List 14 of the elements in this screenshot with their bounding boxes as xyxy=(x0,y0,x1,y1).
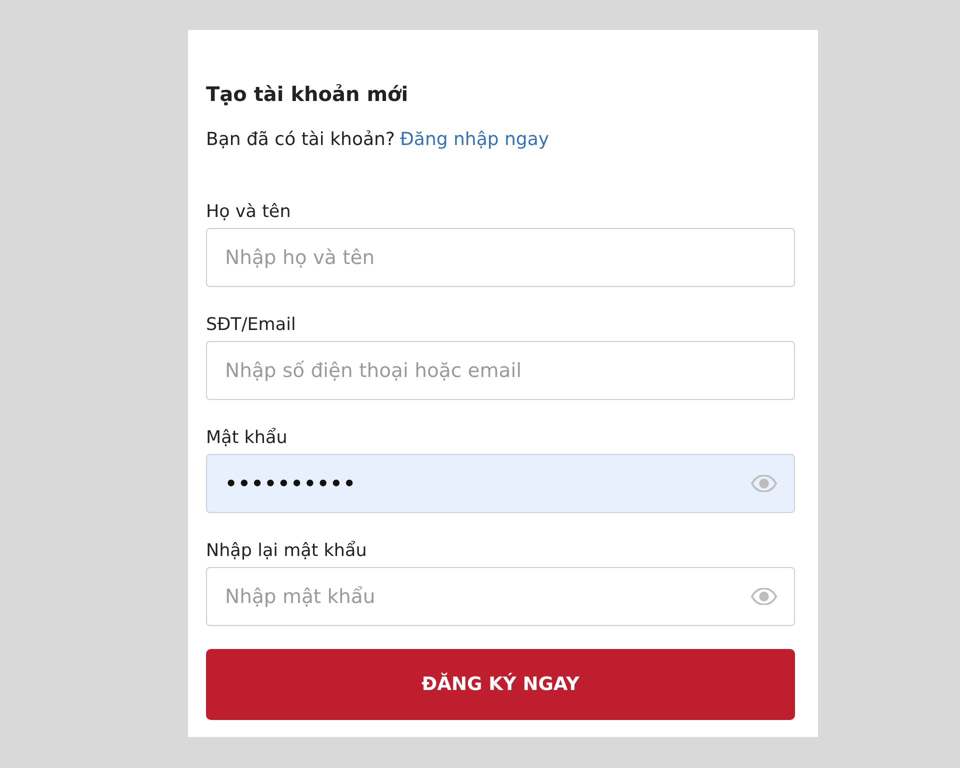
login-link[interactable]: Đăng nhập ngay xyxy=(400,128,550,152)
login-prompt: Bạn đã có tài khoản? xyxy=(206,128,395,152)
field-label: Mật khẩu xyxy=(206,427,288,449)
input-field[interactable]: •••••••••• xyxy=(206,454,795,513)
register-button[interactable]: ĐĂNG KÝ NGAY xyxy=(206,649,795,720)
input-field[interactable]: Nhập số điện thoại hoặc email xyxy=(206,341,795,400)
input-field[interactable]: Nhập họ và tên xyxy=(206,228,795,287)
eye-icon[interactable] xyxy=(751,475,777,492)
field-label: Họ và tên xyxy=(206,201,291,223)
field-label: SĐT/Email xyxy=(206,314,296,336)
input-field[interactable]: Nhập mật khẩu xyxy=(206,567,795,626)
eye-icon[interactable] xyxy=(751,588,777,605)
field-label: Nhập lại mật khẩu xyxy=(206,540,367,562)
form-title: Tạo tài khoản mới xyxy=(206,81,408,108)
